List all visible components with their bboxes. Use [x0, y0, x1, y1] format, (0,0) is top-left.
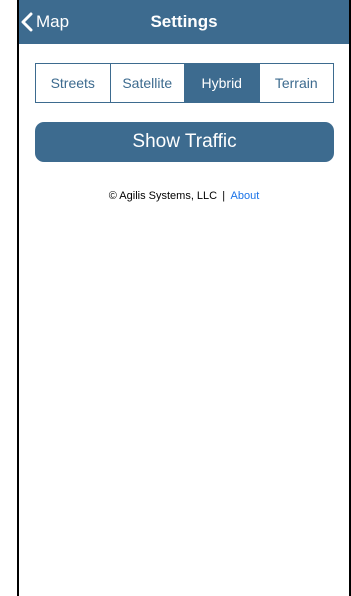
- segment-streets[interactable]: Streets: [36, 64, 110, 102]
- map-type-segmented-control: Streets Satellite Hybrid Terrain: [35, 63, 334, 103]
- app-screen: Map Settings Streets Satellite Hybrid Te…: [17, 0, 351, 596]
- about-link[interactable]: About: [231, 190, 260, 202]
- segment-satellite[interactable]: Satellite: [109, 64, 185, 102]
- navigation-bar: Map Settings: [19, 0, 349, 44]
- chevron-left-icon: [21, 12, 33, 32]
- show-traffic-button[interactable]: Show Traffic: [35, 122, 334, 162]
- copyright-text: © Agilis Systems, LLC: [108, 190, 218, 202]
- footer-separator: |: [222, 190, 226, 202]
- segment-hybrid[interactable]: Hybrid: [184, 64, 259, 102]
- back-button[interactable]: Map: [21, 10, 69, 34]
- segment-terrain[interactable]: Terrain: [258, 64, 334, 102]
- back-button-label: Map: [36, 12, 70, 31]
- footer: © Agilis Systems, LLC | About: [19, 190, 349, 202]
